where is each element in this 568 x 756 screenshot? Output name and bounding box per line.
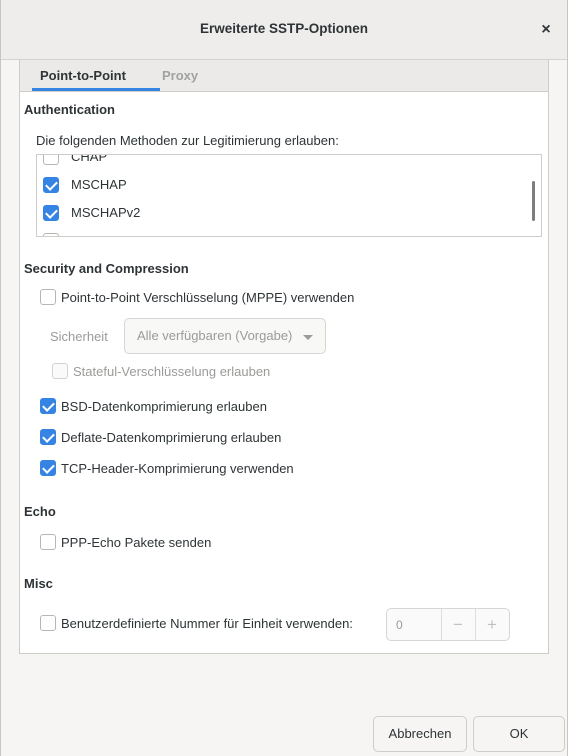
unit-number-stepper[interactable]: 0 − +: [386, 608, 510, 641]
stateful-label[interactable]: Stateful-Verschlüsselung erlauben: [73, 364, 270, 379]
chap-checkbox[interactable]: [43, 155, 59, 165]
auth-description: Die folgenden Methoden zur Legitimierung…: [36, 133, 339, 148]
active-tab-indicator: [32, 88, 160, 91]
mppe-label[interactable]: Point-to-Point Verschlüsselung (MPPE) ve…: [61, 290, 354, 305]
list-item-partial[interactable]: [37, 227, 541, 236]
partial-item-checkbox[interactable]: [43, 233, 59, 236]
cancel-button[interactable]: Abbrechen: [373, 716, 467, 752]
echo-heading: Echo: [24, 504, 56, 519]
window-title: Erweiterte SSTP-Optionen: [199, 21, 369, 36]
unit-number-value[interactable]: 0: [396, 618, 403, 632]
stateful-checkbox[interactable]: [52, 363, 68, 379]
mppe-checkbox[interactable]: [40, 289, 56, 305]
misc-heading: Misc: [24, 576, 53, 591]
authentication-heading: Authentication: [24, 102, 115, 117]
mschapv2-checkbox[interactable]: [43, 205, 59, 221]
ok-button[interactable]: OK: [473, 716, 565, 752]
tcp-header-label[interactable]: TCP-Header-Komprimierung verwenden: [61, 461, 294, 476]
bsd-label[interactable]: BSD-Datenkomprimierung erlauben: [61, 399, 267, 414]
tab-bar: Point-to-Point Proxy: [19, 60, 549, 92]
options-panel: Authentication Die folgenden Methoden zu…: [19, 92, 549, 654]
auth-methods-list[interactable]: CHAP MSCHAP MSCHAPv2: [36, 154, 542, 237]
stepper-divider: [441, 609, 442, 640]
mschap-checkbox[interactable]: [43, 177, 59, 193]
security-level-value: Alle verfügbaren (Vorgabe): [137, 328, 293, 343]
bsd-checkbox[interactable]: [40, 398, 56, 414]
tab-point-to-point[interactable]: Point-to-Point: [40, 68, 126, 83]
tab-proxy[interactable]: Proxy: [162, 68, 198, 83]
tcp-header-checkbox[interactable]: [40, 460, 56, 476]
list-scrollbar[interactable]: [532, 181, 535, 221]
stepper-divider: [475, 609, 476, 640]
custom-unit-label[interactable]: Benutzerdefinierte Nummer für Einheit ve…: [61, 616, 353, 631]
chevron-down-icon: [303, 335, 313, 340]
dialog-window: Erweiterte SSTP-Optionen × Point-to-Poin…: [0, 0, 568, 756]
list-item-mschap[interactable]: MSCHAP: [37, 171, 541, 199]
ppp-echo-checkbox[interactable]: [40, 534, 56, 550]
title-bar: Erweiterte SSTP-Optionen ×: [1, 0, 567, 60]
list-item-mschapv2[interactable]: MSCHAPv2: [37, 199, 541, 227]
custom-unit-checkbox[interactable]: [40, 615, 56, 631]
security-heading: Security and Compression: [24, 261, 189, 276]
deflate-label[interactable]: Deflate-Datenkomprimierung erlauben: [61, 430, 281, 445]
mschap-label: MSCHAP: [71, 177, 127, 192]
minus-icon[interactable]: −: [443, 614, 473, 636]
deflate-checkbox[interactable]: [40, 429, 56, 445]
plus-icon[interactable]: +: [477, 614, 507, 636]
ppp-echo-label[interactable]: PPP-Echo Pakete senden: [61, 535, 211, 550]
close-icon[interactable]: ×: [535, 19, 557, 41]
security-level-label: Sicherheit: [50, 329, 108, 344]
mschapv2-label: MSCHAPv2: [71, 205, 141, 220]
chap-label: CHAP: [71, 154, 108, 164]
security-level-select[interactable]: Alle verfügbaren (Vorgabe): [124, 318, 326, 354]
list-item-chap[interactable]: CHAP: [37, 154, 541, 171]
